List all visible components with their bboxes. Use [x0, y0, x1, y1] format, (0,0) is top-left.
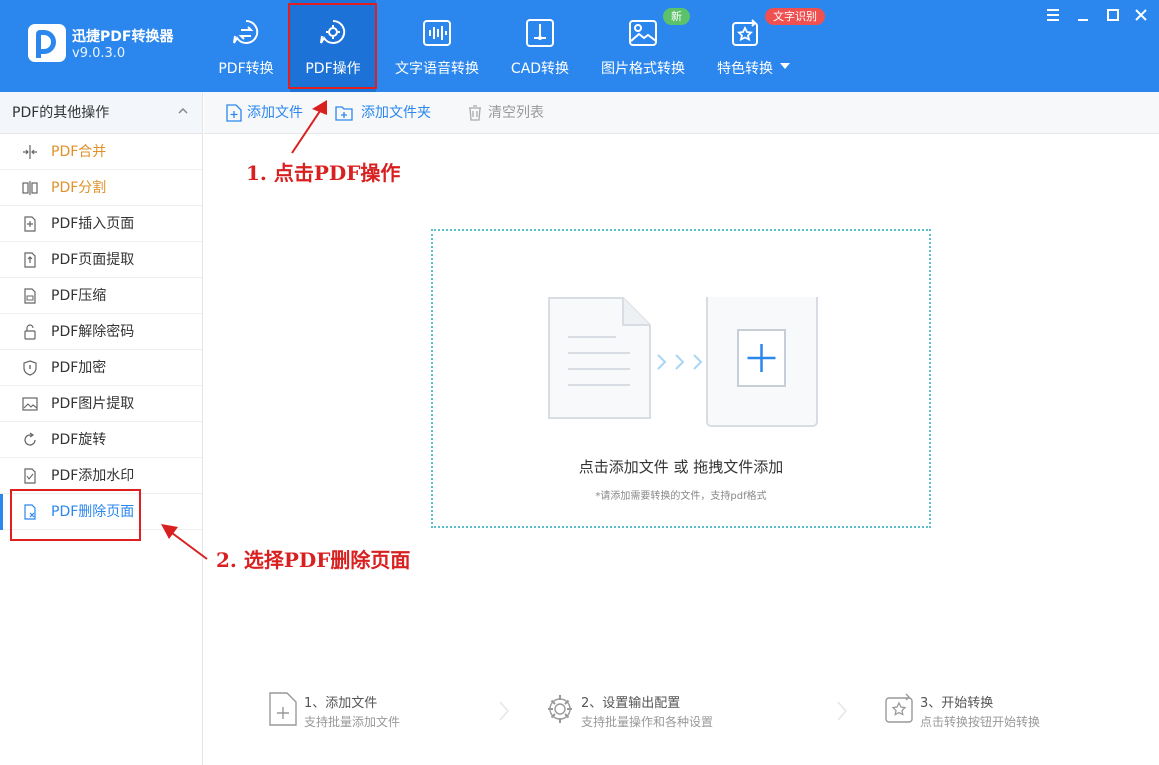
compress-icon [24, 288, 36, 304]
sidebar-item-label: PDF分割 [51, 180, 107, 196]
annotation-step2: 2. 选择PDF删除页面 [216, 548, 411, 572]
watermark-icon [24, 468, 36, 484]
close-icon [1135, 9, 1147, 21]
maximize-icon [1107, 9, 1119, 21]
chevron-up-icon[interactable] [178, 106, 188, 116]
annotation-step1: 1. 点击PDF操作 [246, 161, 401, 185]
special-convert-icon [732, 19, 758, 46]
step-desc: 支持批量添加文件 [304, 715, 401, 729]
dropdown-caret-icon[interactable] [779, 62, 791, 70]
add-file-step-icon [269, 692, 297, 726]
sidebar-item-pdf-page-extract[interactable]: PDF页面提取 [0, 242, 202, 278]
annotation-arrow-2 [161, 524, 208, 560]
add-file-icon [226, 104, 242, 122]
clear-list-button[interactable]: 清空列表 [466, 92, 544, 134]
sidebar-item-label: PDF旋转 [51, 432, 107, 448]
app-name: 迅捷PDF转换器 [72, 29, 174, 45]
sidebar-item-pdf-insert-page[interactable]: PDF插入页面 [0, 206, 202, 242]
sidebar-item-label: PDF加密 [51, 360, 107, 376]
sidebar-item-pdf-split[interactable]: PDF分割 [0, 170, 202, 206]
step-title: 2、设置输出配置 [581, 696, 681, 711]
sidebar: PDF的其他操作 PDF合并 PDF分割 PDF插入页面 PDF页面提取 PDF… [0, 92, 203, 765]
sidebar-header[interactable]: PDF的其他操作 [0, 92, 202, 134]
page-extract-icon [24, 252, 36, 268]
clear-list-label: 清空列表 [488, 105, 544, 121]
step-desc: 支持批量操作和各种设置 [581, 715, 714, 729]
step-title: 1、添加文件 [304, 696, 378, 711]
minimize-button[interactable] [1072, 6, 1094, 24]
voice-icon [423, 20, 451, 46]
convert-star-icon [885, 693, 913, 723]
menu-icon [1047, 9, 1059, 21]
close-button[interactable] [1130, 6, 1152, 24]
drop-zone-text: 点击添加文件 或 拖拽文件添加 [578, 458, 784, 476]
tab-label: 特色转换 [717, 61, 773, 77]
sidebar-item-label: PDF插入页面 [51, 216, 135, 232]
insert-page-icon [24, 216, 36, 232]
menu-button[interactable] [1042, 6, 1064, 24]
sidebar-item-label: PDF图片提取 [51, 396, 135, 412]
app-version: v9.0.3.0 [72, 46, 126, 61]
pdf-convert-icon [233, 19, 259, 44]
tab-cad-convert[interactable]: CAD转换 [505, 0, 575, 92]
add-plus-icon [706, 297, 818, 427]
gear-icon [548, 695, 572, 723]
tab-label: 文字语音转换 [395, 61, 479, 77]
annotation-arrow-1 [291, 100, 327, 154]
shield-icon [23, 360, 37, 376]
rotate-icon [24, 432, 36, 446]
merge-icon [23, 145, 37, 159]
sidebar-item-label: PDF合并 [51, 144, 107, 160]
step-desc: 点击转换按钮开始转换 [920, 715, 1041, 729]
tab-label: 图片格式转换 [601, 61, 685, 77]
step-title: 3、开始转换 [920, 696, 994, 711]
tab-voice-convert[interactable]: 文字语音转换 [392, 0, 482, 92]
unlock-icon [24, 324, 36, 340]
step-chevron-icon [837, 701, 848, 721]
app-logo [28, 24, 66, 62]
sidebar-item-pdf-rotate[interactable]: PDF旋转 [0, 422, 202, 458]
sidebar-item-label: PDF页面提取 [51, 252, 135, 268]
maximize-button[interactable] [1102, 6, 1124, 24]
step-chevron-icon [499, 701, 510, 721]
sidebar-title: PDF的其他操作 [12, 105, 110, 121]
sidebar-item-pdf-image-extract[interactable]: PDF图片提取 [0, 386, 202, 422]
ocr-badge: 文字识别 [765, 8, 825, 25]
tab-pdf-convert[interactable]: PDF转换 [210, 0, 282, 92]
minimize-icon [1078, 19, 1088, 21]
split-icon [22, 181, 38, 195]
tab-label: CAD转换 [510, 61, 570, 77]
document-icon [548, 297, 651, 419]
trash-icon [469, 105, 481, 121]
highlight-box-tab [288, 3, 377, 89]
sidebar-item-pdf-encrypt[interactable]: PDF加密 [0, 350, 202, 386]
new-badge: 新 [663, 8, 690, 25]
header-bar: 迅捷PDF转换器 v9.0.3.0 PDF转换 PDF操作 文字语音转换 CAD… [0, 0, 1159, 92]
add-folder-button[interactable]: 添加文件夹 [335, 92, 431, 134]
sidebar-item-pdf-unlock[interactable]: PDF解除密码 [0, 314, 202, 350]
drop-zone-hint: *请添加需要转换的文件，支持pdf格式 [595, 491, 767, 502]
image-icon [629, 20, 657, 46]
highlight-box-sidebar [10, 489, 141, 541]
sidebar-item-pdf-merge[interactable]: PDF合并 [0, 134, 202, 170]
sidebar-item-pdf-compress[interactable]: PDF压缩 [0, 278, 202, 314]
image-extract-icon [22, 397, 38, 411]
sidebar-item-label: PDF解除密码 [51, 324, 135, 340]
add-folder-label: 添加文件夹 [361, 105, 431, 121]
drop-illustration [548, 297, 818, 427]
arrow-chevrons-icon [657, 354, 703, 370]
sidebar-item-label: PDF压缩 [51, 288, 107, 304]
toolbar: 添加文件 添加文件夹 清空列表 [204, 92, 1159, 134]
sidebar-item-label: PDF添加水印 [51, 468, 135, 484]
cad-icon [526, 19, 554, 47]
tab-label: PDF转换 [218, 61, 274, 77]
